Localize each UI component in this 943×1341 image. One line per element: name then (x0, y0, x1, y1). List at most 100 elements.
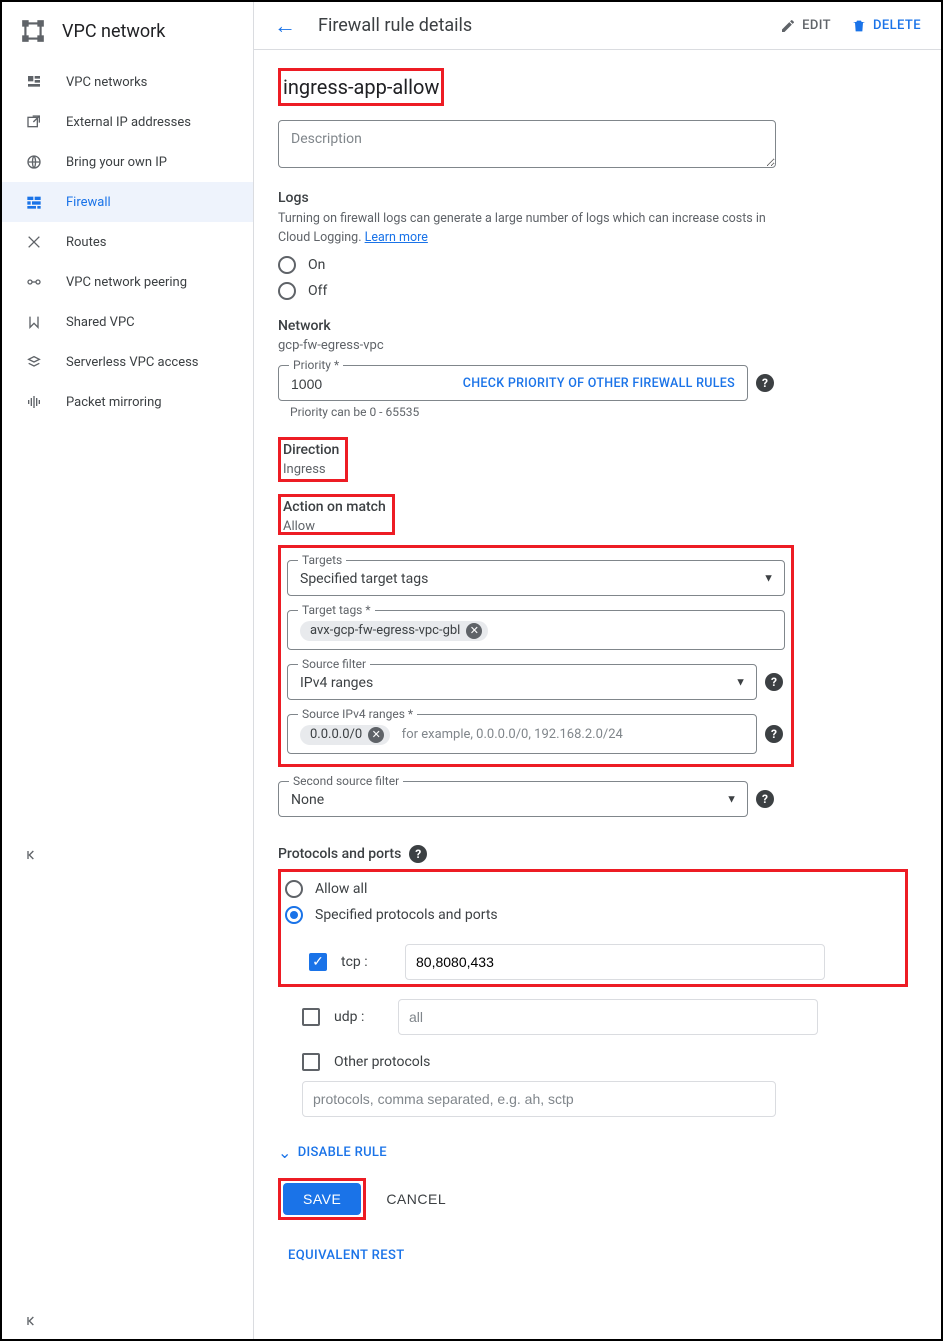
radio-icon (278, 282, 296, 300)
routes-icon (24, 234, 44, 250)
disable-rule-toggle[interactable]: ⌄ DISABLE RULE (278, 1143, 917, 1162)
highlight-save: SAVE (278, 1178, 366, 1220)
other-protocols-input[interactable] (302, 1081, 776, 1117)
check-priority-link[interactable]: CHECK PRIORITY OF OTHER FIREWALL RULES (463, 376, 735, 391)
tcp-label: tcp : (341, 954, 405, 970)
source-filter-select[interactable]: Source filter IPv4 ranges ▼ (287, 664, 757, 700)
rule-name: ingress-app-allow (281, 71, 441, 103)
sidebar-item-label: VPC networks (66, 75, 147, 90)
second-source-filter-select[interactable]: Second source filter None ▼ (278, 781, 748, 817)
logs-off-radio[interactable]: Off (278, 282, 917, 300)
udp-row: udp : (302, 999, 917, 1035)
topbar: ← Firewall rule details EDIT DELETE (254, 2, 941, 50)
highlight-protocols: Allow all Specified protocols and ports … (278, 869, 908, 987)
sidebar-item-shared-vpc[interactable]: Shared VPC (2, 302, 253, 342)
sidebar: VPC network VPC networks External IP add… (2, 2, 254, 1339)
chevron-left-icon (24, 1313, 40, 1329)
sidebar-item-packet-mirroring[interactable]: Packet mirroring (2, 382, 253, 422)
sidebar-item-vpc-networks[interactable]: VPC networks (2, 62, 253, 102)
priority-field[interactable]: Priority * CHECK PRIORITY OF OTHER FIREW… (278, 365, 748, 401)
priority-hint: Priority can be 0 - 65535 (290, 405, 917, 419)
logs-section: Logs Turning on firewall logs can genera… (278, 190, 917, 300)
source-range-chip[interactable]: 0.0.0.0/0 ✕ (300, 725, 390, 745)
udp-ports-input[interactable] (398, 999, 818, 1035)
chevron-down-icon: ▼ (763, 571, 774, 584)
udp-label: udp : (334, 1009, 398, 1025)
help-icon[interactable]: ? (765, 725, 783, 743)
serverless-icon (24, 354, 44, 370)
sidebar-item-external-ip[interactable]: External IP addresses (2, 102, 253, 142)
chevron-down-icon: ▼ (726, 792, 737, 805)
chip-remove-icon[interactable]: ✕ (466, 623, 482, 639)
save-button[interactable]: SAVE (283, 1183, 361, 1215)
network-value: gcp-fw-egress-vpc (278, 338, 917, 353)
radio-icon (285, 880, 303, 898)
cancel-button[interactable]: CANCEL (386, 1191, 446, 1207)
sidebar-item-label: Shared VPC (66, 315, 135, 330)
source-ranges-field[interactable]: Source IPv4 ranges * 0.0.0.0/0 ✕ for exa… (287, 714, 757, 754)
edit-button[interactable]: EDIT (780, 18, 831, 34)
tcp-ports-input[interactable] (405, 944, 825, 980)
priority-input[interactable] (291, 376, 371, 392)
help-icon[interactable]: ? (756, 790, 774, 808)
radio-icon (278, 256, 296, 274)
targets-select[interactable]: Targets Specified target tags ▼ (287, 560, 785, 596)
sidebar-item-routes[interactable]: Routes (2, 222, 253, 262)
delete-button[interactable]: DELETE (851, 18, 921, 34)
learn-more-link[interactable]: Learn more (365, 230, 428, 245)
logs-subtitle: Turning on firewall logs can generate a … (278, 210, 778, 248)
highlight-rule-name: ingress-app-allow (278, 68, 444, 106)
firewall-icon (24, 194, 44, 210)
target-tags-field[interactable]: Target tags * avx-gcp-fw-egress-vpc-gbl … (287, 610, 785, 650)
trash-icon (851, 18, 867, 34)
action-value: Allow (283, 519, 386, 533)
direction-value: Ingress (283, 462, 339, 477)
chip-remove-icon[interactable]: ✕ (368, 727, 384, 743)
sidebar-item-serverless[interactable]: Serverless VPC access (2, 342, 253, 382)
other-protocols-checkbox[interactable] (302, 1053, 320, 1071)
description-textarea[interactable] (278, 120, 776, 168)
sidebar-item-label: Firewall (66, 195, 111, 210)
sidebar-item-label: Bring your own IP (66, 155, 167, 170)
network-section: Network gcp-fw-egress-vpc (278, 318, 917, 353)
sidebar-item-firewall[interactable]: Firewall (2, 182, 253, 222)
collapse-sidebar-button-bottom[interactable] (2, 1303, 253, 1339)
tcp-row: ✓ tcp : (309, 944, 901, 980)
highlight-action: Action on match Allow (278, 494, 395, 535)
packet-mirroring-icon (24, 394, 44, 410)
sidebar-item-label: External IP addresses (66, 115, 191, 130)
help-icon[interactable]: ? (756, 374, 774, 392)
shared-vpc-icon (24, 314, 44, 330)
allow-all-radio[interactable]: Allow all (285, 880, 901, 898)
chevron-down-icon: ▼ (735, 675, 746, 688)
protocols-title: Protocols and ports (278, 846, 401, 862)
help-icon[interactable]: ? (409, 845, 427, 863)
radio-icon (285, 906, 303, 924)
globe-icon (24, 154, 44, 170)
sidebar-item-byoip[interactable]: Bring your own IP (2, 142, 253, 182)
sidebar-item-peering[interactable]: VPC network peering (2, 262, 253, 302)
sidebar-item-label: VPC network peering (66, 275, 187, 290)
protocols-section: Protocols and ports ? Allow all Specifie… (278, 845, 917, 1117)
peering-icon (24, 274, 44, 290)
highlight-direction: Direction Ingress (278, 437, 348, 482)
vpc-logo-icon (20, 18, 46, 44)
sidebar-item-label: Serverless VPC access (66, 355, 199, 370)
direction-label: Direction (283, 442, 339, 458)
logs-on-radio[interactable]: On (278, 256, 917, 274)
network-label: Network (278, 318, 917, 334)
sidebar-item-label: Routes (66, 235, 106, 250)
equivalent-rest-link[interactable]: EQUIVALENT REST (288, 1248, 917, 1263)
sidebar-item-label: Packet mirroring (66, 395, 162, 410)
specified-protocols-radio[interactable]: Specified protocols and ports (285, 906, 901, 924)
product-header: VPC network (2, 8, 253, 62)
collapse-sidebar-button[interactable] (2, 837, 253, 873)
target-tag-chip[interactable]: avx-gcp-fw-egress-vpc-gbl ✕ (300, 621, 488, 641)
tcp-checkbox[interactable]: ✓ (309, 953, 327, 971)
udp-checkbox[interactable] (302, 1008, 320, 1026)
back-arrow-icon[interactable]: ← (274, 13, 296, 39)
chevron-left-icon (24, 847, 40, 863)
other-protocols-label: Other protocols (334, 1054, 430, 1070)
product-title: VPC network (62, 21, 165, 42)
help-icon[interactable]: ? (765, 673, 783, 691)
